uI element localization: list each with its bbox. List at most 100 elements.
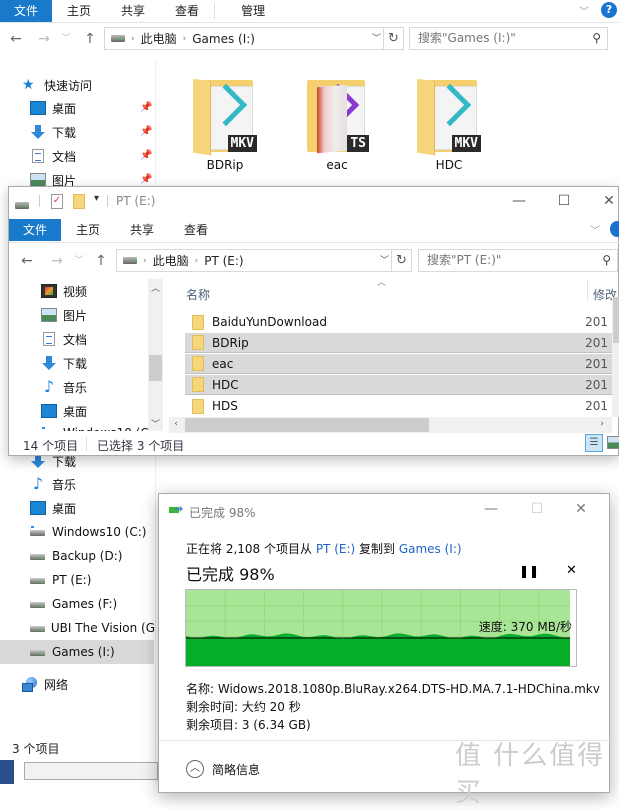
nav-item-desktop[interactable]: 桌面 (41, 400, 87, 422)
list-vertical-scrollbar[interactable] (612, 297, 619, 417)
minimize-icon[interactable]: — (481, 501, 501, 517)
pin-icon[interactable]: 📌 (140, 126, 152, 137)
nav-item-videos[interactable]: 视频 (41, 280, 87, 302)
breadcrumb-this-pc[interactable]: 此电脑 (141, 30, 177, 47)
address-bar[interactable]: › 此电脑 › Games (I:) ﹀ ↻ (104, 27, 404, 50)
ribbon-expand-icon[interactable]: ﹀ (590, 222, 600, 237)
tab-share[interactable]: 共享 (115, 219, 169, 241)
pin-icon[interactable]: 📌 (140, 174, 152, 185)
column-header-name[interactable]: 名称 (186, 286, 210, 303)
search-input[interactable]: 搜索"Games (I:)" ⚲ (409, 27, 608, 50)
nav-item-desktop[interactable]: 桌面 (30, 497, 76, 519)
close-icon[interactable]: ✕ (599, 193, 619, 209)
source-link[interactable]: PT (E:) (316, 542, 355, 556)
forward-icon[interactable]: → (49, 253, 65, 269)
details-view-icon[interactable]: ☰ (585, 434, 603, 452)
nav-item-network[interactable]: 网络 (22, 673, 68, 695)
back-icon[interactable]: ← (19, 253, 35, 269)
nav-item-downloads[interactable]: 下载 (41, 352, 87, 374)
forward-icon[interactable]: → (36, 31, 52, 47)
scroll-up-icon[interactable]: ︿ (148, 281, 163, 294)
recent-chevron-icon[interactable]: ﹀ (71, 253, 87, 269)
nav-item-drive-c[interactable]: Windows10 (C (41, 422, 149, 431)
nav-item-documents[interactable]: 文档 (41, 328, 87, 350)
nav-quick-access[interactable]: ★ 快速访问 (22, 74, 92, 96)
copy-arrow-icon: ➔ (175, 504, 184, 515)
scrollbar-thumb[interactable] (613, 297, 619, 343)
file-row[interactable]: BaiduYunDownload 201 (185, 312, 612, 332)
folder-item[interactable]: MKV HDC (409, 72, 489, 172)
folder-name: eac (326, 158, 348, 172)
scroll-right-icon[interactable]: › (597, 419, 607, 429)
nav-item-drive-e[interactable]: PT (E:) (30, 569, 91, 591)
nav-item-drive-f[interactable]: Games (F:) (30, 593, 117, 615)
help-icon[interactable]: ? (601, 2, 617, 18)
breadcrumb-games[interactable]: Games (I:) (192, 32, 255, 46)
nav-item-pictures[interactable]: 图片 (41, 304, 87, 326)
maximize-icon[interactable]: ☐ (554, 193, 574, 209)
pin-icon[interactable]: 📌 (140, 150, 152, 161)
new-folder-icon[interactable] (73, 194, 85, 209)
folder-item[interactable]: TS eac (297, 72, 377, 172)
address-dropdown-icon[interactable]: ﹀ (380, 253, 389, 266)
items-remaining: 剩余项目: 3 (6.34 GB) (186, 718, 311, 732)
properties-icon[interactable]: ✓ (51, 194, 63, 209)
file-row-selected[interactable]: eac 201 (185, 354, 612, 374)
tab-home[interactable]: 主页 (52, 0, 106, 22)
file-row-selected[interactable]: HDC 201 (185, 375, 612, 395)
sort-ascending-icon: ︿ (377, 278, 387, 288)
quick-access-toolbar-dropdown-icon[interactable]: ▾ (94, 193, 99, 204)
nav-item-drive-i[interactable]: Games (I:) (30, 641, 115, 663)
nav-item-documents[interactable]: 文档 (30, 145, 76, 167)
file-row-selected[interactable]: BDRip 201 (185, 333, 612, 353)
nav-item-downloads[interactable]: 下载 (30, 121, 76, 143)
up-icon[interactable]: ↑ (82, 31, 98, 47)
scrollbar-thumb[interactable] (185, 418, 429, 432)
nav-item-desktop[interactable]: 桌面 (30, 97, 76, 119)
address-bar[interactable]: › 此电脑 › PT (E:) ﹀ ↻ (116, 249, 412, 272)
destination-link[interactable]: Games (I:) (399, 542, 462, 556)
scroll-down-icon[interactable]: ﹀ (148, 417, 163, 430)
drive-icon (30, 621, 45, 635)
back-icon[interactable]: ← (8, 31, 24, 47)
tab-view[interactable]: 查看 (169, 219, 223, 241)
recent-chevron-icon[interactable]: ﹀ (58, 31, 74, 47)
refresh-icon[interactable]: ↻ (383, 28, 403, 49)
nav-item-drive-g[interactable]: UBI The Vision (G (30, 617, 155, 639)
pause-icon[interactable]: ❚❚ (519, 564, 539, 578)
file-row[interactable]: HDS 201 (185, 396, 612, 416)
pin-icon[interactable]: 📌 (140, 102, 152, 113)
search-icon: ⚲ (592, 31, 601, 45)
tab-manage[interactable]: 管理 (215, 0, 291, 22)
nav-item-drive-d[interactable]: Backup (D:) (30, 545, 122, 567)
nav-item-music[interactable]: ♪ 音乐 (30, 473, 76, 495)
refresh-icon[interactable]: ↻ (391, 250, 411, 271)
minimize-icon[interactable]: — (509, 193, 529, 209)
search-input[interactable]: 搜索"PT (E:)" ⚲ (418, 249, 618, 272)
ribbon-tabs: 文件 主页 共享 查看 管理 (0, 0, 291, 22)
help-icon[interactable] (610, 221, 619, 237)
scrollbar-thumb[interactable] (149, 355, 162, 381)
nav-scrollbar[interactable]: ︿ ﹀ (148, 279, 163, 431)
nav-item-music[interactable]: ♪ 音乐 (41, 376, 87, 398)
folder-item[interactable]: MKV BDRip (185, 72, 265, 172)
list-horizontal-scrollbar[interactable]: ‹ › (169, 417, 612, 433)
breadcrumb-this-pc[interactable]: 此电脑 (153, 252, 189, 269)
tab-share[interactable]: 共享 (106, 0, 160, 22)
tab-file[interactable]: 文件 (0, 0, 53, 22)
close-icon[interactable]: ✕ (571, 501, 591, 517)
up-icon[interactable]: ↑ (93, 253, 109, 269)
tab-view[interactable]: 查看 (160, 0, 214, 22)
nav-label: Windows10 (C (63, 426, 149, 431)
tab-home[interactable]: 主页 (61, 219, 115, 241)
breadcrumb-pt[interactable]: PT (E:) (204, 254, 243, 268)
less-details-toggle[interactable]: ︿ 简略信息 (186, 760, 260, 778)
large-icons-view-icon[interactable] (607, 436, 619, 449)
ribbon-expand-icon[interactable]: ﹀ (579, 3, 589, 18)
scroll-left-icon[interactable]: ‹ (171, 419, 181, 429)
address-dropdown-icon[interactable]: ﹀ (372, 31, 381, 44)
tab-file[interactable]: 文件 (9, 219, 62, 241)
nav-label: 图片 (63, 308, 88, 323)
cancel-icon[interactable]: ✕ (566, 563, 577, 578)
nav-item-drive-c[interactable]: Windows10 (C:) (30, 521, 146, 543)
